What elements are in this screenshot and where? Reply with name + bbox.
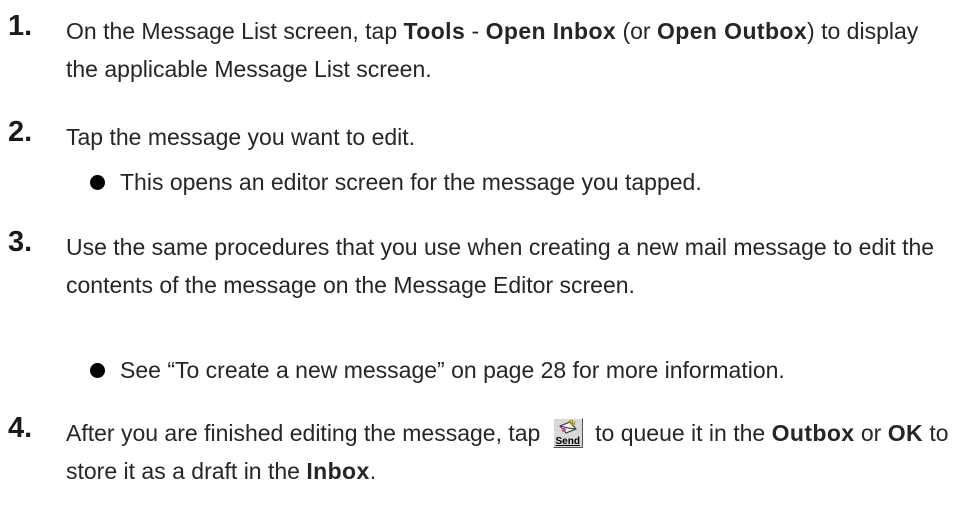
bullet-text: See “To create a new message” on page 28…	[120, 357, 785, 383]
step-text: Use the same procedures that you use whe…	[66, 234, 935, 298]
open-outbox-ref: Open Outbox	[656, 18, 808, 44]
send-icon-label: Send	[555, 435, 580, 447]
bullet-dot-icon	[90, 363, 105, 378]
step-number: 4.	[8, 412, 33, 444]
bullet-text: This opens an editor screen for the mess…	[120, 169, 702, 195]
send-mail-icon: Send	[552, 417, 583, 448]
step-text: Tap the message you want to edit.	[66, 124, 416, 150]
step-text: On the Message List screen, tap Tools - …	[66, 18, 919, 82]
step-number: 3.	[8, 226, 33, 258]
inbox-ref: Inbox	[306, 458, 370, 484]
envelope-icon	[558, 419, 577, 434]
outbox-ref: Outbox	[771, 420, 855, 446]
step-number: 2.	[8, 116, 33, 148]
tools-menu-ref: Tools	[403, 18, 466, 44]
open-inbox-ref: Open Inbox	[485, 18, 617, 44]
ok-ref: OK	[887, 420, 924, 446]
bullet-dot-icon	[90, 175, 105, 190]
step-number: 1.	[8, 10, 33, 42]
step-text: After you are finished editing the messa…	[66, 414, 951, 490]
